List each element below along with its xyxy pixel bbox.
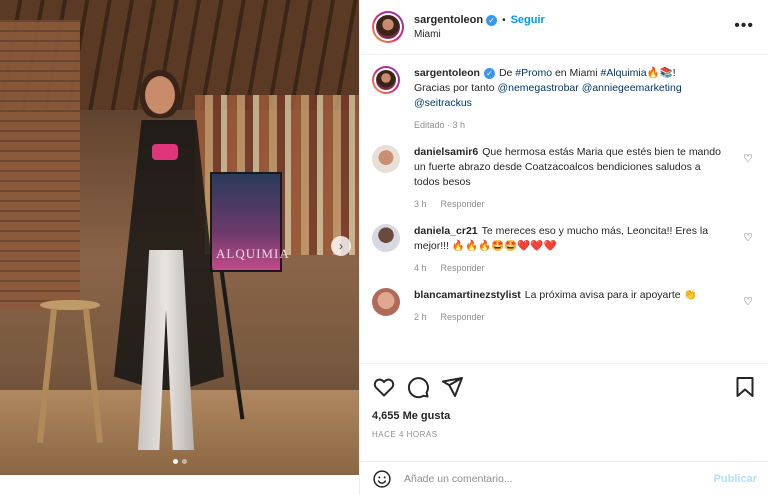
mention-seitrackus[interactable]: @seitrackus bbox=[414, 97, 472, 109]
comment-item: danielsamir6 Que hermosa estás Maria que … bbox=[372, 145, 757, 212]
photo-brick-wall bbox=[0, 20, 80, 310]
like-comment-heart-icon[interactable]: ♡ bbox=[743, 295, 753, 308]
caption-text-2: en Miami bbox=[552, 67, 601, 79]
post-timestamp: HACE 4 HORAS bbox=[372, 430, 438, 439]
comment-input[interactable] bbox=[404, 472, 714, 485]
emoji-smiley-icon[interactable] bbox=[372, 469, 392, 489]
carousel-dots bbox=[0, 456, 359, 467]
caption: sargentoleon ✓ De #Promo en Miami #Alquimi… bbox=[372, 66, 757, 133]
reply-button[interactable]: Responder bbox=[441, 199, 485, 209]
carousel-dot bbox=[181, 459, 187, 464]
caption-avatar[interactable] bbox=[372, 66, 400, 94]
comment-text: La próxima avisa para ir apoyarte 👏 bbox=[524, 289, 697, 301]
reply-button[interactable]: Responder bbox=[441, 312, 485, 322]
author-username[interactable]: sargentoleon bbox=[414, 14, 483, 26]
commenter-avatar[interactable] bbox=[372, 145, 400, 173]
mention-anniegeemarketing[interactable]: @anniegeemarketing bbox=[582, 82, 682, 94]
save-bookmark-icon[interactable] bbox=[733, 375, 757, 399]
hashtag-alquimia[interactable]: #Alquimia bbox=[600, 67, 646, 79]
comment-time[interactable]: 2 h bbox=[414, 312, 427, 322]
carousel-next-button[interactable]: › bbox=[331, 236, 351, 256]
comment-time[interactable]: 3 h bbox=[414, 199, 427, 209]
like-heart-icon[interactable] bbox=[372, 375, 396, 399]
caption-text-3: Gracias por tanto bbox=[414, 82, 498, 94]
comment-bubble-icon[interactable] bbox=[406, 375, 430, 399]
comment-item: daniela_cr21 Te mereces eso y mucho más, … bbox=[372, 224, 757, 276]
hashtag-promo[interactable]: #Promo bbox=[515, 67, 552, 79]
reply-button[interactable]: Responder bbox=[441, 263, 485, 273]
photo-person bbox=[100, 70, 230, 460]
carousel-dot-active bbox=[172, 459, 178, 464]
share-send-icon[interactable] bbox=[440, 375, 464, 399]
comments-list[interactable]: sargentoleon ✓ De #Promo en Miami #Alquimi… bbox=[360, 56, 768, 362]
comment-time[interactable]: 4 h bbox=[414, 263, 427, 273]
comment-username[interactable]: daniela_cr21 bbox=[414, 225, 478, 237]
instagram-post-modal: ALQUIMIA › sargentoleon ✓ • Seguir Miami… bbox=[0, 0, 768, 495]
verified-badge-icon: ✓ bbox=[483, 68, 495, 79]
verified-badge-icon: ✓ bbox=[486, 14, 498, 26]
caption-text-1: De bbox=[498, 67, 516, 79]
add-comment-bar: Publicar bbox=[360, 461, 768, 495]
commenter-avatar[interactable] bbox=[372, 224, 400, 252]
caption-username[interactable]: sargentoleon bbox=[414, 67, 480, 79]
post-actions: 4,655 Me gusta HACE 4 HORAS bbox=[360, 363, 768, 463]
mention-nemegastrobar[interactable]: @nemegastrobar bbox=[497, 82, 578, 94]
like-comment-heart-icon[interactable]: ♡ bbox=[743, 231, 753, 244]
post-sidebar: sargentoleon ✓ • Seguir Miami ••• sargen… bbox=[359, 0, 768, 495]
header-separator: • bbox=[502, 14, 506, 26]
photo-stool bbox=[30, 300, 110, 443]
post-location[interactable]: Miami bbox=[414, 29, 545, 40]
likes-count[interactable]: 4,655 Me gusta bbox=[372, 410, 757, 422]
more-options-icon[interactable]: ••• bbox=[734, 17, 754, 35]
follow-button[interactable]: Seguir bbox=[511, 14, 545, 26]
commenter-avatar[interactable] bbox=[372, 288, 400, 316]
publish-button[interactable]: Publicar bbox=[714, 473, 757, 485]
post-header: sargentoleon ✓ • Seguir Miami ••• bbox=[360, 0, 768, 55]
caption-emojis: 🔥📚! bbox=[646, 67, 676, 79]
comment-username[interactable]: danielsamir6 bbox=[414, 146, 478, 158]
caption-meta: Editado · 3 h bbox=[414, 120, 466, 130]
like-comment-heart-icon[interactable]: ♡ bbox=[743, 152, 753, 165]
comment-username[interactable]: blancamartinezstylist bbox=[414, 289, 521, 301]
author-avatar[interactable] bbox=[372, 11, 404, 43]
post-photo[interactable]: ALQUIMIA › bbox=[0, 0, 359, 475]
comment-item: blancamartinezstylist La próxima avisa pa… bbox=[372, 288, 757, 325]
